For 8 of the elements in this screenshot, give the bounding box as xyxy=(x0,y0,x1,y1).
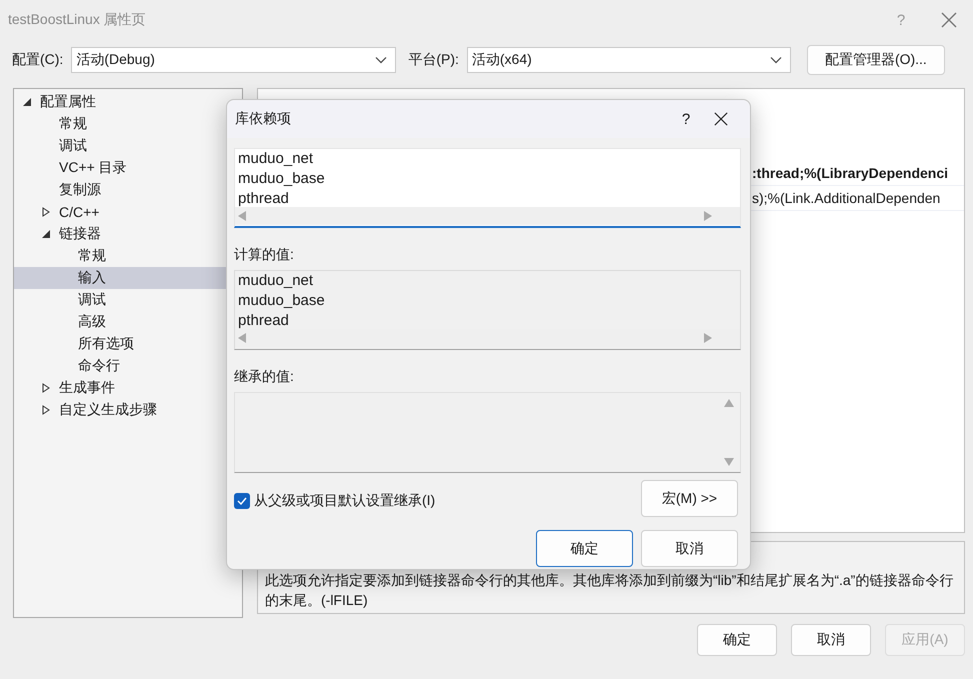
inherit-checkbox-label: 从父级或项目默认设置继承(I) xyxy=(254,492,436,510)
dialog-button: 应用(A) xyxy=(885,624,965,656)
window-title: testBoostLinux 属性页 xyxy=(8,11,147,29)
configuration-label: 配置(C): xyxy=(12,51,64,69)
computed-values-label: 计算的值: xyxy=(234,246,295,264)
platform-label: 平台(P): xyxy=(408,51,459,69)
inherited-values-label: 继承的值: xyxy=(234,368,295,386)
dialog-title: 库依赖项 xyxy=(235,110,292,128)
